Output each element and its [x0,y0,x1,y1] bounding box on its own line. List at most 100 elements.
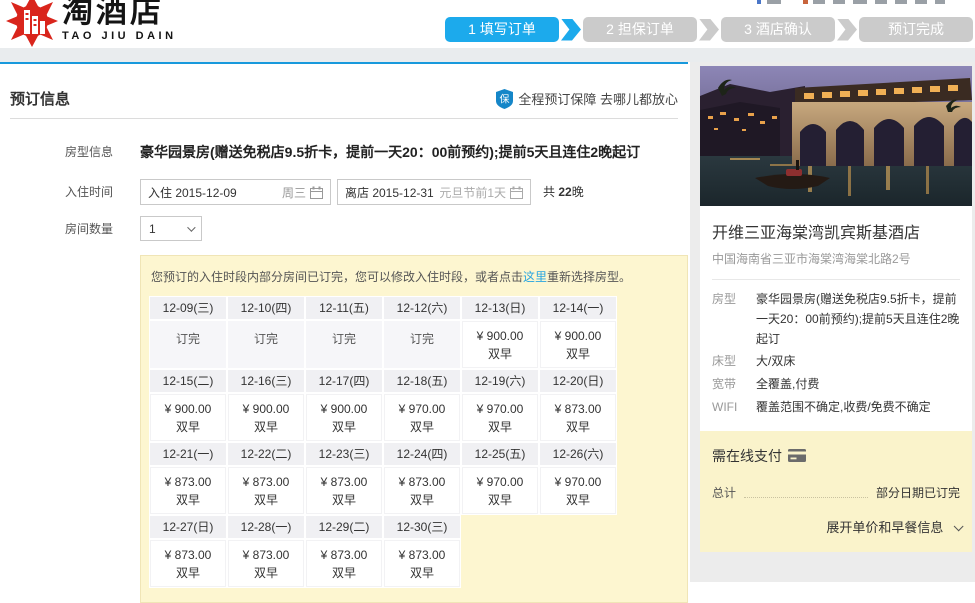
calendar-icon [310,186,323,199]
calendar-date-cell: 12-21(一) [149,442,227,466]
checkin-weekday: 周三 [282,184,306,201]
calendar-icon [510,186,523,199]
calendar-soldout-cell: 订完 [227,320,305,369]
step-booking-complete: 预订完成 [859,17,973,42]
calendar-date-cell: 12-10(四) [227,296,305,320]
total-nights: 共 22晚 [543,179,584,205]
calendar-date-cell: 12-13(日) [461,296,539,320]
chevron-down-icon [954,521,964,531]
calendar-price-cell: ¥ 873.00双早 [539,393,617,442]
calendar-price-cell: ¥ 873.00双早 [305,466,383,515]
room-type-value: 豪华园景房(赠送免税店9.5折卡，提前一天20：00前预约);提前5天且连住2晚… [140,139,640,165]
calendar-date-cell: 12-19(六) [461,369,539,393]
clipped-topbar-fragments [757,0,957,5]
room-count-value: 1 [149,222,156,236]
calendar-date-cell: 12-20(日) [539,369,617,393]
hotel-name: 开维三亚海棠湾凯宾斯基酒店 [712,219,960,243]
hotel-summary-card: 开维三亚海棠湾凯宾斯基酒店 中国海南省三亚市海棠湾海棠北路2号 房型 豪华园景房… [700,66,972,552]
payment-title: 需在线支付 [712,446,960,466]
calendar-soldout-cell: 订完 [149,320,227,369]
total-row: 总计 部分日期已订完 [712,484,960,501]
calendar-date-cell: 12-29(二) [305,515,383,539]
availability-notice-box: 您预订的入住时段内部分房间已订完，您可以修改入住时段，或者点击这里重新选择房型。… [140,255,688,603]
checkout-date-field[interactable]: 离店 2015-12-31 元旦节前1天 [337,179,531,205]
detail-row-wifi: WIFI 覆盖范围不确定,收费/免费不确定 [712,398,960,418]
room-count-label: 房间数量 [65,216,137,242]
calendar-price-cell: ¥ 873.00双早 [383,466,461,515]
checkin-date-field[interactable]: 入住 2015-12-09 周三 [140,179,331,205]
total-status: 部分日期已订完 [876,484,960,501]
calendar-price-cell: ¥ 873.00双早 [227,539,305,588]
guarantee-badge: 保 全程预订保障 去哪儿都放心 [496,89,678,109]
stay-dates-label: 入住时间 [65,179,137,205]
payment-summary-box: 需在线支付 总计 部分日期已订完 展开单价和早餐信息 [700,431,972,552]
availability-notice-text: 您预订的入住时段内部分房间已订完，您可以修改入住时段，或者点击这里重新选择房型。 [149,268,679,285]
site-logo[interactable]: 淘酒店 TAO JIU DAIN [6,0,177,48]
calendar-date-cell: 12-28(一) [227,515,305,539]
expand-price-breakfast-link[interactable]: 展开单价和早餐信息 [712,517,960,536]
shield-glyph: 保 [500,92,510,105]
credit-card-icon [788,449,806,462]
chevron-down-icon [187,223,195,231]
reselect-room-link[interactable]: 这里 [523,270,547,284]
nights-count: 22 [558,185,571,199]
section-divider [10,118,678,119]
checkout-progress-steps: 1 填写订单 2 担保订单 3 酒店确认 预订完成 [445,17,973,42]
booking-form-panel: 预订信息 保 全程预订保障 去哪儿都放心 房型信息 豪华园景房(赠送免税店9.5… [0,64,688,582]
step-guarantee-order: 2 担保订单 [583,17,697,42]
calendar-date-cell: 12-23(三) [305,442,383,466]
calendar-price-cell: ¥ 873.00双早 [149,466,227,515]
calendar-date-cell: 12-12(六) [383,296,461,320]
detail-row-broadband: 宽带 全覆盖,付费 [712,375,960,395]
calendar-date-cell: 12-24(四) [383,442,461,466]
checkin-date-value: 入住 2015-12-09 [148,184,237,201]
calendar-date-cell: 12-26(六) [539,442,617,466]
step-arrow-icon [699,19,719,41]
step-arrow-icon [561,19,581,41]
calendar-date-cell: 12-18(五) [383,369,461,393]
calendar-price-cell: ¥ 873.00双早 [227,466,305,515]
checkout-date-value: 离店 2015-12-31 [345,184,434,201]
calendar-soldout-cell: 订完 [383,320,461,369]
page-title: 预订信息 [10,88,70,109]
shield-icon: 保 [496,89,513,109]
logo-en-text: TAO JIU DAIN [62,30,177,42]
logo-cn-text: 淘酒店 [62,0,177,29]
calendar-price-cell: ¥ 873.00双早 [305,539,383,588]
calendar-date-cell: 12-14(一) [539,296,617,320]
calendar-price-cell: ¥ 873.00双早 [149,539,227,588]
header-gray-band [0,48,975,62]
detail-row-bed-type: 床型 大/双床 [712,352,960,372]
rate-calendar: 12-09(三)12-10(四)12-11(五)12-12(六)12-13(日)… [149,296,679,588]
hotel-address: 中国海南省三亚市海棠湾海棠北路2号 [712,250,960,267]
step-hotel-confirm: 3 酒店确认 [721,17,835,42]
calendar-price-cell: ¥ 900.00双早 [149,393,227,442]
calendar-price-cell: ¥ 970.00双早 [539,466,617,515]
calendar-price-cell: ¥ 900.00双早 [461,320,539,369]
calendar-price-cell: ¥ 970.00双早 [461,466,539,515]
hotel-summary-region: 开维三亚海棠湾凯宾斯基酒店 中国海南省三亚市海棠湾海棠北路2号 房型 豪华园景房… [690,62,975,582]
calendar-date-cell: 12-25(五) [461,442,539,466]
top-header: 淘酒店 TAO JIU DAIN 1 填写订单 2 担保订单 3 酒店确认 预订… [0,0,975,48]
step-fill-order: 1 填写订单 [445,17,559,42]
calendar-price-cell: ¥ 900.00双早 [227,393,305,442]
calendar-price-cell: ¥ 900.00双早 [539,320,617,369]
room-count-select[interactable]: 1 [140,216,202,241]
calendar-date-cell: 12-27(日) [149,515,227,539]
sidebar-divider [712,279,960,280]
detail-row-room-type: 房型 豪华园景房(赠送免税店9.5折卡，提前一天20：00前预约);提前5天且连… [712,290,960,349]
calendar-date-cell: 12-30(三) [383,515,461,539]
calendar-price-cell: ¥ 873.00双早 [383,539,461,588]
calendar-soldout-cell: 订完 [305,320,383,369]
logo-emblem-icon [6,0,58,48]
calendar-date-cell: 12-09(三) [149,296,227,320]
calendar-price-cell: ¥ 970.00双早 [461,393,539,442]
calendar-date-cell: 12-16(三) [227,369,305,393]
calendar-date-cell: 12-15(二) [149,369,227,393]
step-arrow-icon [837,19,857,41]
calendar-date-cell: 12-11(五) [305,296,383,320]
calendar-price-cell: ¥ 900.00双早 [305,393,383,442]
guarantee-badge-label: 全程预订保障 去哪儿都放心 [518,89,678,108]
calendar-price-cell: ¥ 970.00双早 [383,393,461,442]
dotted-leader [744,497,868,498]
